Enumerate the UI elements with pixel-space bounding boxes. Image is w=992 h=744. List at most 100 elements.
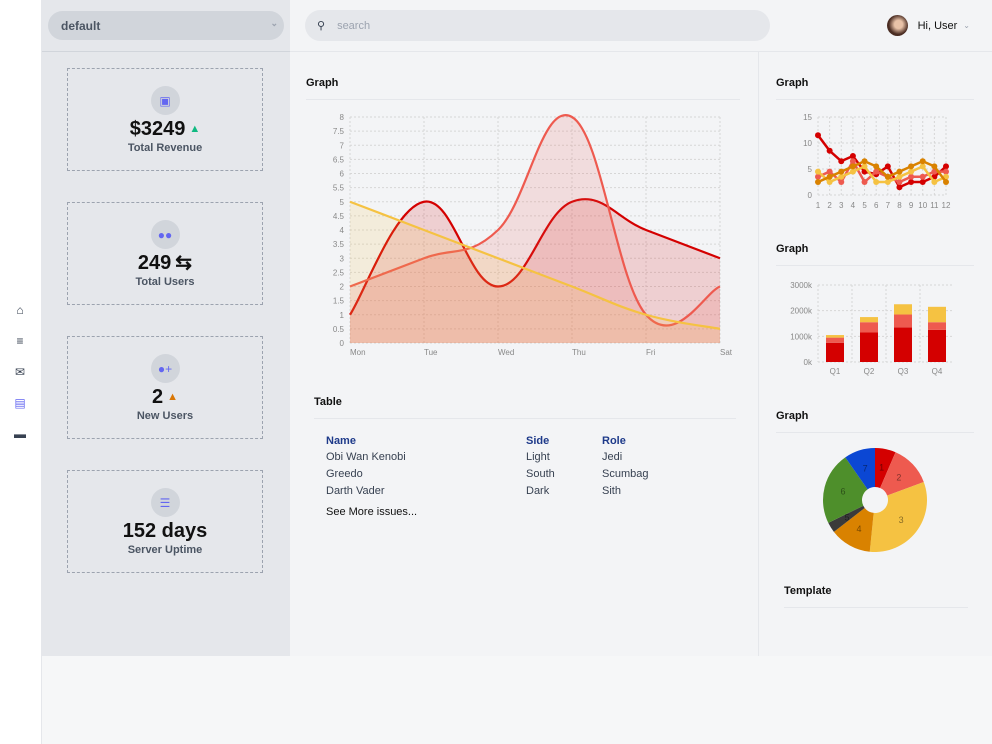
data-point [896, 168, 903, 175]
col-header-name: Name [326, 434, 356, 447]
x-tick-label: 2 [827, 201, 832, 210]
data-point [826, 168, 833, 175]
slice-label: 6 [841, 487, 846, 497]
see-more-link[interactable]: See More issues... [326, 506, 417, 518]
data-point [884, 173, 891, 180]
stacked-bar-chart: 0k 1000k 2000k 3000k Q1 Q2 Q3 Q4 [790, 281, 954, 376]
data-point [838, 179, 845, 185]
x-tick-label: Q3 [898, 367, 909, 376]
x-tick-label: Q2 [864, 367, 875, 376]
avatar [886, 15, 908, 36]
chevron-down-icon: ⌄ [963, 21, 970, 30]
x-tick-label: 11 [930, 201, 939, 210]
bar-segment [860, 317, 878, 323]
bar-segment [928, 329, 946, 362]
cell: Greedo [326, 467, 363, 480]
mail-icon[interactable]: ✉ [12, 364, 28, 380]
data-point [919, 158, 926, 165]
home-icon[interactable]: ⌂ [12, 302, 28, 318]
y-tick-label: 2 [340, 283, 345, 292]
data-point [908, 179, 915, 185]
footer-area [42, 656, 992, 744]
divider [758, 52, 759, 656]
y-tick-label: 4.5 [333, 212, 345, 221]
col-header-role: Role [602, 434, 626, 447]
bar-segment [860, 322, 878, 333]
cell: Sith [602, 484, 621, 497]
table-row: Darth Vader Dark Sith [326, 482, 648, 499]
slice-label: 2 [896, 472, 901, 482]
x-tick-label: 12 [942, 201, 951, 210]
users-value: 249 [137, 252, 172, 274]
users-icon: ●● [150, 220, 180, 249]
data-point [815, 179, 821, 185]
users-label: Total Users [135, 276, 195, 288]
data-point [919, 179, 926, 185]
main-area-chart: 0 0.5 1 1.5 2 2.5 3 3.5 4 4.5 5 5.5 6 6.5 7 7.5 8 Mon Tue W… [333, 113, 733, 357]
list-icon[interactable]: ≡ [12, 333, 28, 349]
trend-up-icon: ▲ [167, 391, 178, 403]
data-point [815, 168, 821, 175]
data-point [873, 163, 880, 170]
data-point [826, 147, 833, 154]
slice-label: 1 [879, 463, 884, 473]
data-point [908, 168, 915, 175]
x-tick-label: 8 [897, 201, 902, 210]
y-tick-label: 8 [340, 113, 345, 122]
x-tick-label: 7 [886, 201, 891, 210]
table-row: Obi Wan Kenobi Light Jedi [326, 448, 648, 465]
bar-segment [928, 306, 946, 323]
y-tick-label: 3 [340, 254, 345, 263]
new-users-card: ●+ 2 ▲ New Users [67, 336, 263, 439]
data-point [861, 163, 868, 170]
cell: South [526, 467, 555, 480]
greeting: Hi, User [917, 19, 958, 32]
divider [42, 51, 290, 52]
bar-segment [826, 342, 844, 362]
table-row: Greedo South Scumbag [326, 465, 648, 482]
search-icon: ⚲ [317, 20, 326, 32]
data-point [861, 179, 868, 185]
data-point [838, 158, 845, 165]
search-placeholder: search [337, 20, 371, 32]
x-tick-label: 10 [918, 201, 927, 210]
table-title: Table [314, 396, 736, 419]
data-point [849, 163, 856, 170]
bar-segment [894, 314, 912, 328]
wallet-icon[interactable]: ▬ [12, 426, 28, 442]
y-tick-label: 15 [803, 113, 812, 122]
data-point [908, 173, 915, 180]
data-point [896, 173, 903, 180]
graph3-title: Graph [776, 410, 974, 433]
y-tick-label: 1.5 [333, 297, 345, 306]
y-tick-label: 1000k [790, 332, 813, 341]
uptime-card: ☰ 152 days Server Uptime [67, 470, 263, 573]
y-tick-label: 2.5 [333, 268, 345, 277]
y-tick-label: 0 [808, 191, 813, 200]
x-tick-label: 3 [839, 201, 844, 210]
slice-label: 4 [856, 524, 861, 534]
data-point [873, 179, 880, 185]
graph1-title: Graph [776, 77, 974, 100]
data-point [908, 163, 915, 170]
graph2-title: Graph [776, 243, 974, 266]
dashboard-select[interactable]: default ⌄ [48, 11, 284, 40]
chart-icon[interactable]: ▤ [12, 395, 28, 411]
bar-segment [894, 327, 912, 362]
slice-label: 3 [899, 515, 904, 525]
y-tick-label: 6.5 [333, 155, 345, 164]
user-menu[interactable]: Hi, User ⌄ [886, 15, 970, 36]
data-table: Name Side Role Obi Wan Kenobi Light Jedi Gre… [326, 433, 648, 499]
y-tick-label: 5 [808, 165, 813, 174]
uptime-label: Server Uptime [127, 544, 203, 556]
data-point [884, 179, 891, 185]
y-tick-label: 3.5 [333, 240, 345, 249]
y-tick-label: 3000k [790, 281, 813, 290]
stats-panel: default ⌄ ▣ $3249 ▲ Total Revenue ●● 249 ⇆ … [42, 0, 290, 656]
y-tick-label: 0.5 [333, 325, 345, 334]
wallet-icon: ▣ [150, 86, 180, 115]
x-tick-label: 9 [909, 201, 914, 210]
col-header-side: Side [526, 434, 550, 447]
bar-segment [894, 304, 912, 315]
search-input[interactable]: ⚲ search [305, 10, 770, 41]
